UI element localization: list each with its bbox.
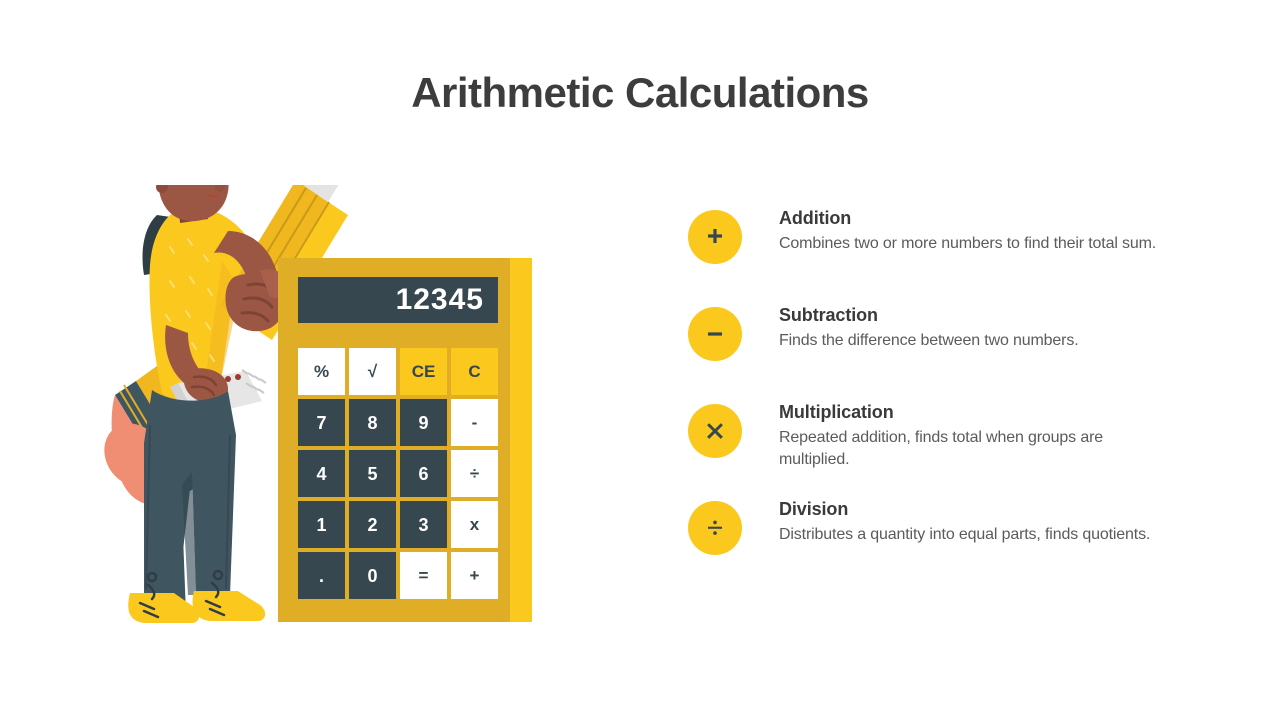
- operation-text: Division Distributes a quantity into equa…: [779, 489, 1188, 546]
- calc-key-eight[interactable]: 8: [349, 399, 396, 446]
- operation-title: Division: [779, 499, 849, 519]
- operation-item: Subtraction Finds the difference between …: [688, 295, 1188, 392]
- operation-description: Distributes a quantity into equal parts,…: [779, 526, 1151, 543]
- calc-key-clear-entry[interactable]: CE: [400, 348, 447, 395]
- page-title: Arithmetic Calculations: [411, 69, 869, 116]
- calc-key-multiply[interactable]: x: [451, 501, 498, 548]
- operation-item: Division Distributes a quantity into equa…: [688, 489, 1188, 586]
- operation-text: Subtraction Finds the difference between …: [779, 295, 1188, 352]
- calc-key-five[interactable]: 5: [349, 450, 396, 497]
- plus-icon: [704, 226, 726, 248]
- calculator[interactable]: 12345 % √ CE C 7 8 9- 4 5 6 ÷ 1 2 3 x. 0 = +: [278, 258, 532, 622]
- operations-list: Addition Combines two or more numbers to …: [688, 198, 1188, 586]
- operation-title: Subtraction: [779, 305, 878, 325]
- operation-text: Addition Combines two or more numbers to …: [779, 198, 1188, 255]
- calc-key-equals[interactable]: =: [400, 552, 447, 599]
- calculator-display: 12345: [298, 277, 498, 323]
- calc-key-two[interactable]: 2: [349, 501, 396, 548]
- operation-bullet: [688, 210, 742, 264]
- operation-text: Multiplication Repeated addition, finds t…: [779, 392, 1188, 471]
- calc-key-six[interactable]: 6: [400, 450, 447, 497]
- calc-key-one[interactable]: 1: [298, 501, 345, 548]
- calc-key-zero[interactable]: 0: [349, 552, 396, 599]
- trousers-graphic: [144, 390, 236, 595]
- calculator-side-edge: [510, 258, 532, 622]
- calculator-keypad: % √ CE C 7 8 9- 4 5 6 ÷ 1 2 3 x. 0 = +: [298, 348, 498, 599]
- calc-key-clear[interactable]: C: [451, 348, 498, 395]
- calc-key-three[interactable]: 3: [400, 501, 447, 548]
- calculator-display-value: 12345: [395, 283, 484, 316]
- operation-item: Multiplication Repeated addition, finds t…: [688, 392, 1188, 489]
- operation-title: Multiplication: [779, 402, 894, 422]
- calc-key-minus[interactable]: -: [451, 399, 498, 446]
- calc-key-divide[interactable]: ÷: [451, 450, 498, 497]
- operation-bullet: [688, 501, 742, 555]
- calc-key-plus[interactable]: +: [451, 552, 498, 599]
- calc-key-seven[interactable]: 7: [298, 399, 345, 446]
- calc-key-nine[interactable]: 9: [400, 399, 447, 446]
- calc-key-percent[interactable]: %: [298, 348, 345, 395]
- calc-key-square-root[interactable]: √: [349, 348, 396, 395]
- calc-key-four[interactable]: 4: [298, 450, 345, 497]
- operation-description: Repeated addition, finds total when grou…: [779, 429, 1103, 468]
- operation-description: Combines two or more numbers to find the…: [779, 235, 1157, 252]
- operation-item: Addition Combines two or more numbers to …: [688, 198, 1188, 295]
- operation-title: Addition: [779, 208, 852, 228]
- multiply-icon: [704, 420, 726, 442]
- minus-icon: [704, 323, 726, 345]
- divide-icon: [704, 517, 726, 539]
- operation-bullet: [688, 307, 742, 361]
- operation-description: Finds the difference between two numbers…: [779, 332, 1079, 349]
- operation-bullet: [688, 404, 742, 458]
- calc-key-decimal-point[interactable]: .: [298, 552, 345, 599]
